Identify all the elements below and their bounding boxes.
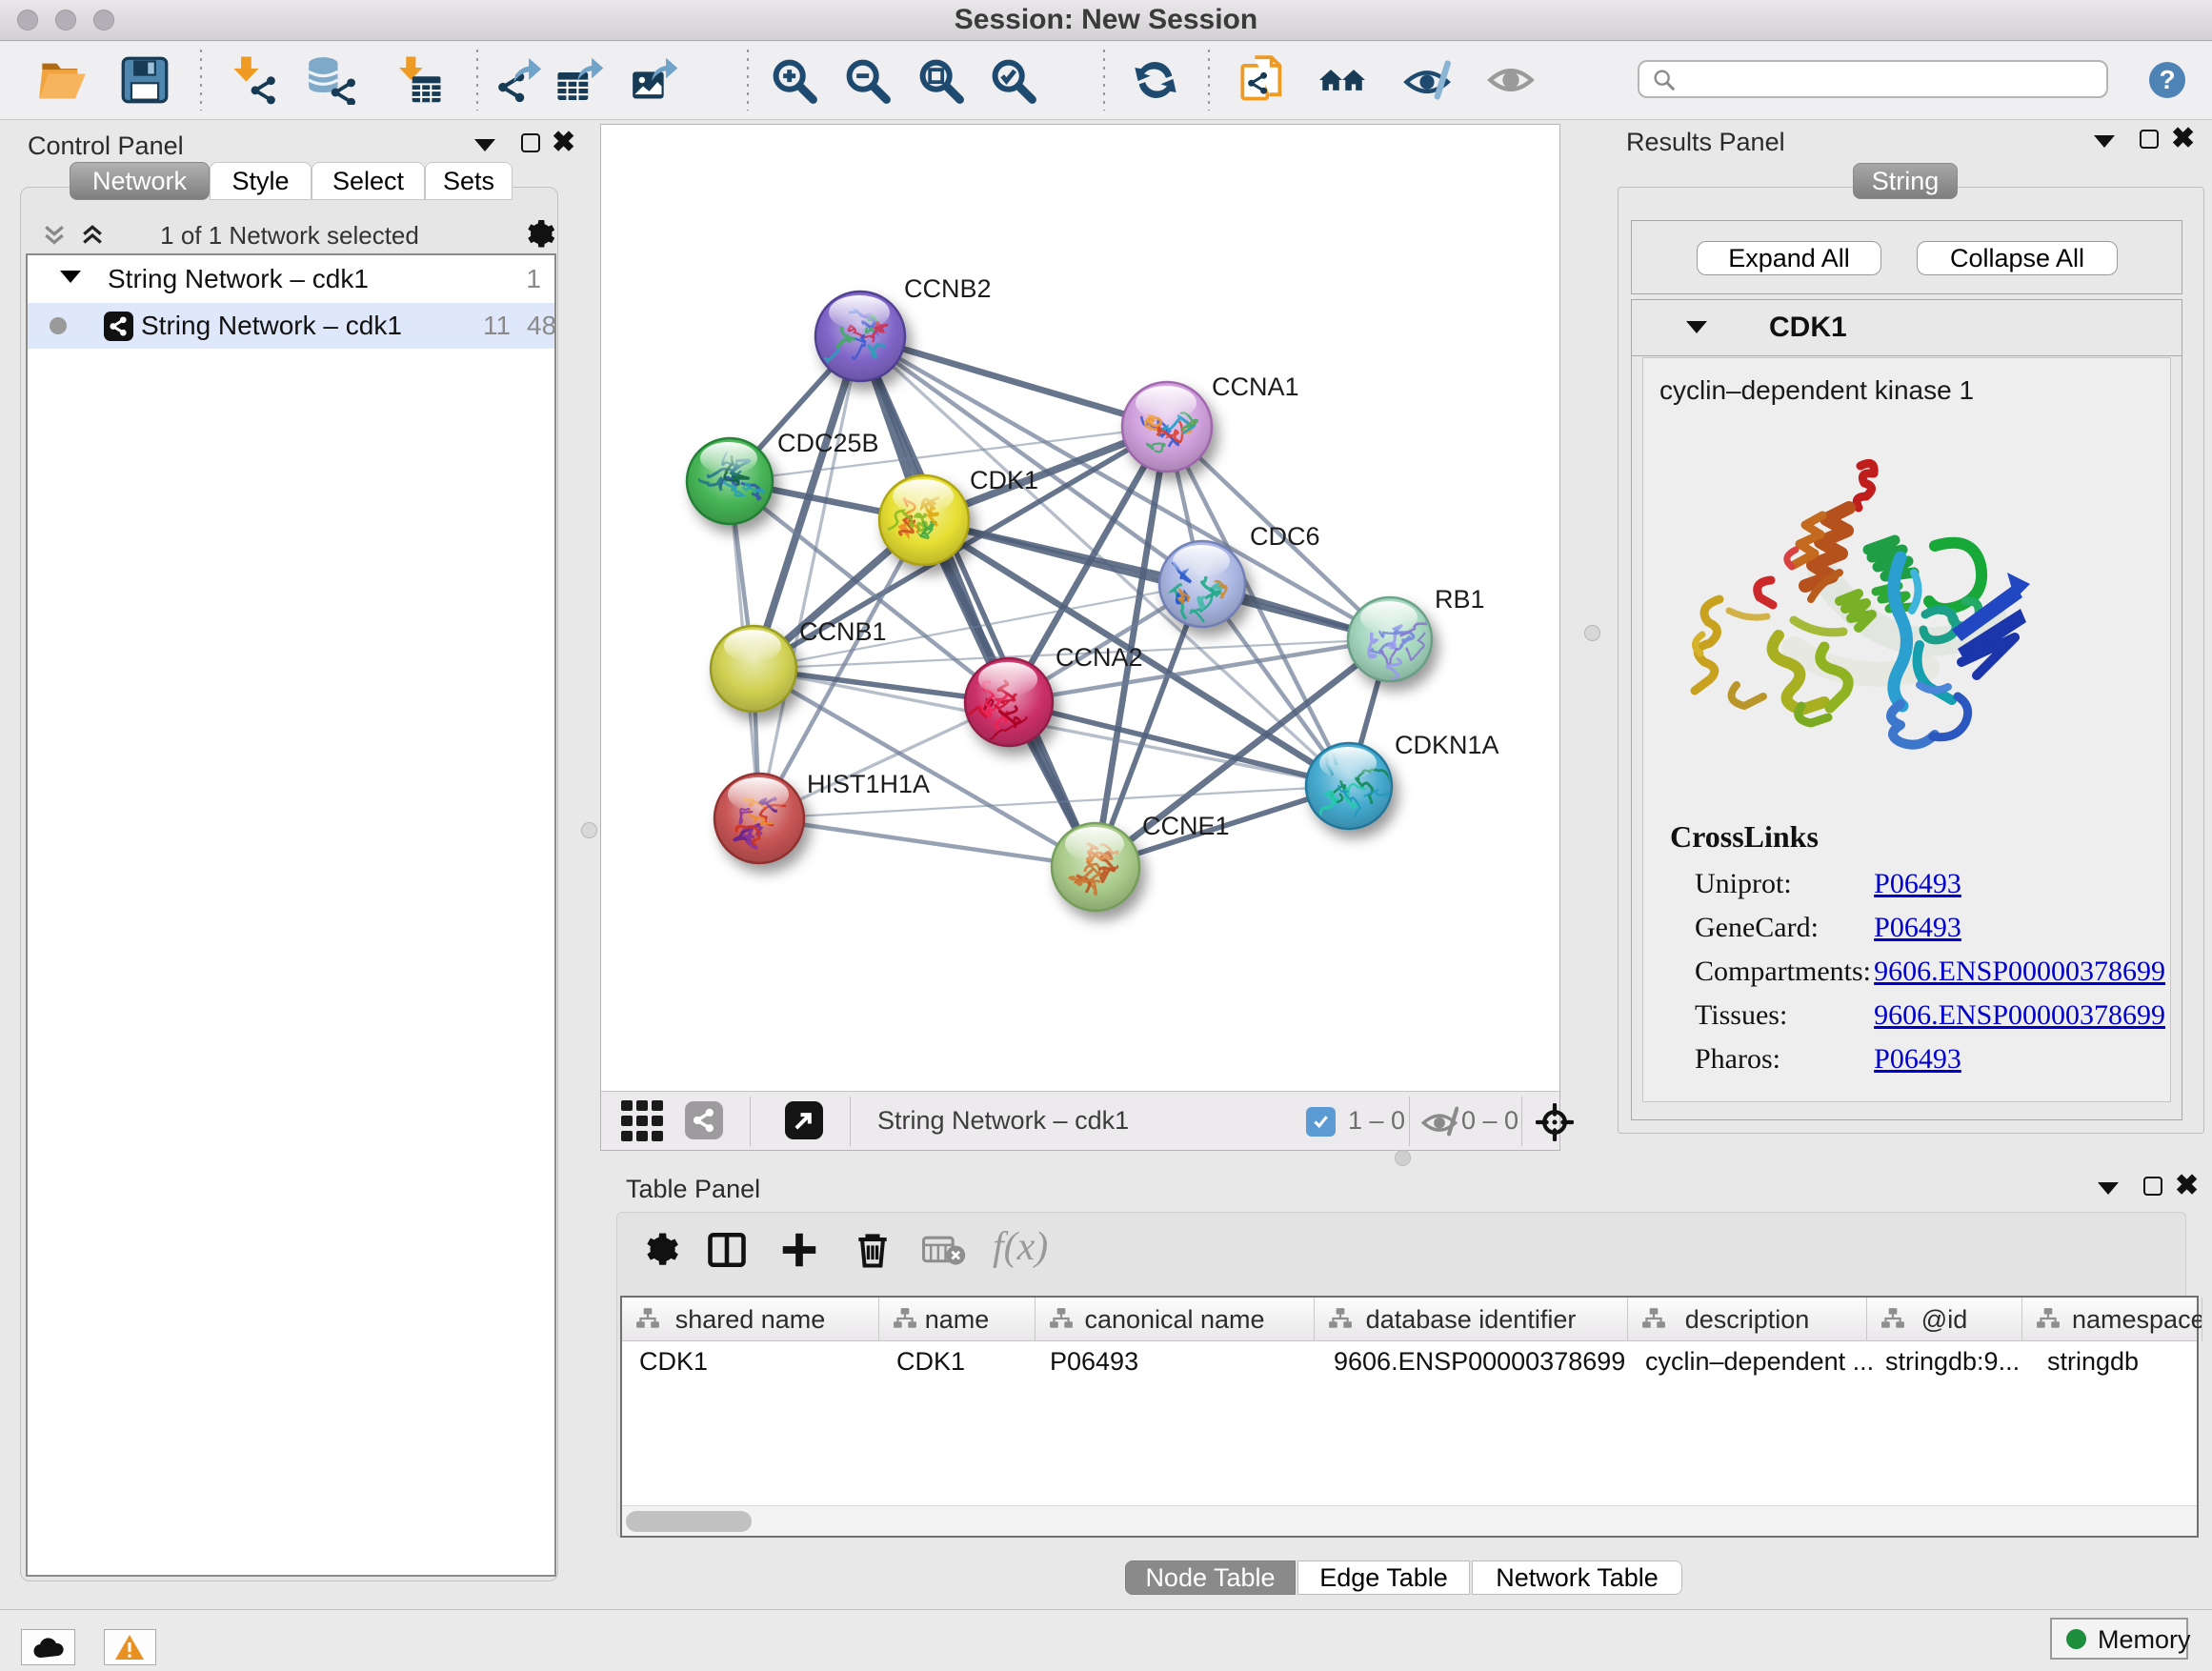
svg-text:CCNA2: CCNA2 — [1056, 643, 1143, 672]
svg-text:CCNE1: CCNE1 — [1142, 812, 1230, 840]
svg-text:CDC6: CDC6 — [1250, 522, 1320, 551]
svg-text:CDC25B: CDC25B — [777, 429, 879, 457]
svg-text:CCNB1: CCNB1 — [799, 617, 887, 646]
svg-text:CCNB2: CCNB2 — [904, 274, 992, 303]
svg-text:CDK1: CDK1 — [970, 466, 1038, 494]
svg-text:CDKN1A: CDKN1A — [1395, 731, 1499, 759]
svg-text:RB1: RB1 — [1435, 585, 1485, 614]
svg-text:CCNA1: CCNA1 — [1212, 372, 1299, 401]
svg-text:HIST1H1A: HIST1H1A — [807, 770, 930, 798]
